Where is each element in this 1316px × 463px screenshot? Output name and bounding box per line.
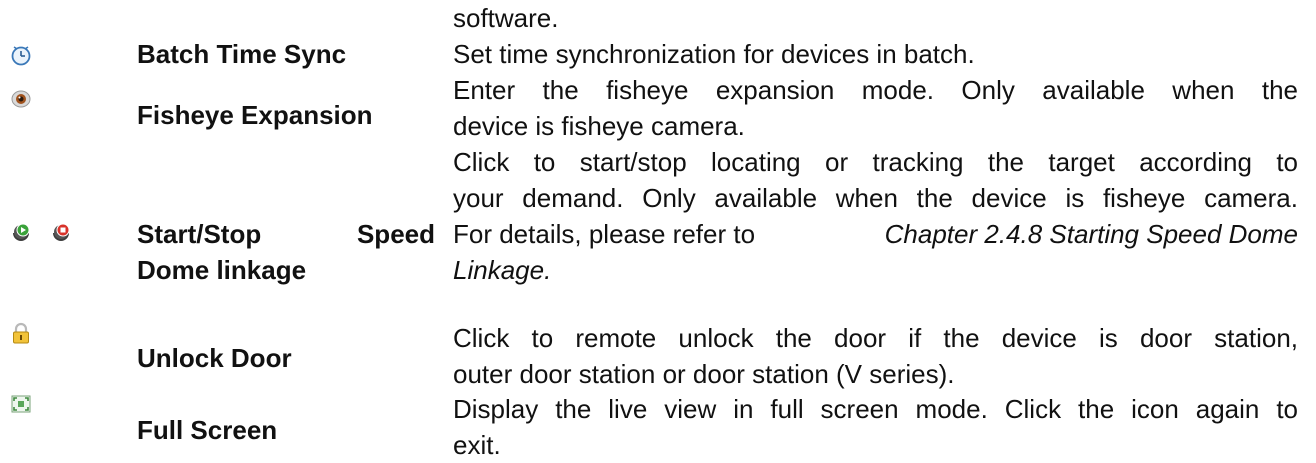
clock-icon [10,44,32,66]
document-page: software. Batch Time Sync Set time synch… [0,0,1316,463]
padlock-icon [10,322,32,344]
stop-linkage-icon [50,222,72,244]
row-name-fisheye-expansion: Fisheye Expansion [137,100,373,130]
chapter-reference-continued[interactable]: Linkage. [453,255,551,285]
chapter-reference[interactable]: Chapter 2.4.8 Starting Speed Dome [885,216,1298,252]
row-name-full-screen: Full Screen [137,415,278,445]
full-screen-icon [10,393,32,415]
fisheye-camera-icon [10,87,32,109]
row-name-start-stop-speed-dome-linkage: Start/Stop Speed Dome linkage [137,216,435,288]
row-name-batch-time-sync: Batch Time Sync [137,39,347,69]
row-description-full-screen: Display the live view in full screen mod… [453,394,1298,460]
row-description-fisheye-expansion: Enter the fisheye expansion mode. Only a… [453,75,1298,141]
previous-row-description-tail: software. [453,3,559,33]
reference-lead: For details, please refer to [453,219,756,249]
start-linkage-icon [10,222,32,244]
row-name-line2: Dome linkage [137,255,307,285]
row-description-unlock-door: Click to remote unlock the door if the d… [453,323,1298,389]
row-description-batch-time-sync: Set time synchronization for devices in … [453,39,975,69]
row-name-unlock-door: Unlock Door [137,343,292,373]
row-description-start-stop-speed-dome-linkage: Click to start/stop locating or tracking… [453,147,1298,285]
row-name-line1-a: Start/Stop [137,219,262,249]
row-name-line1-b: Speed [356,219,435,249]
